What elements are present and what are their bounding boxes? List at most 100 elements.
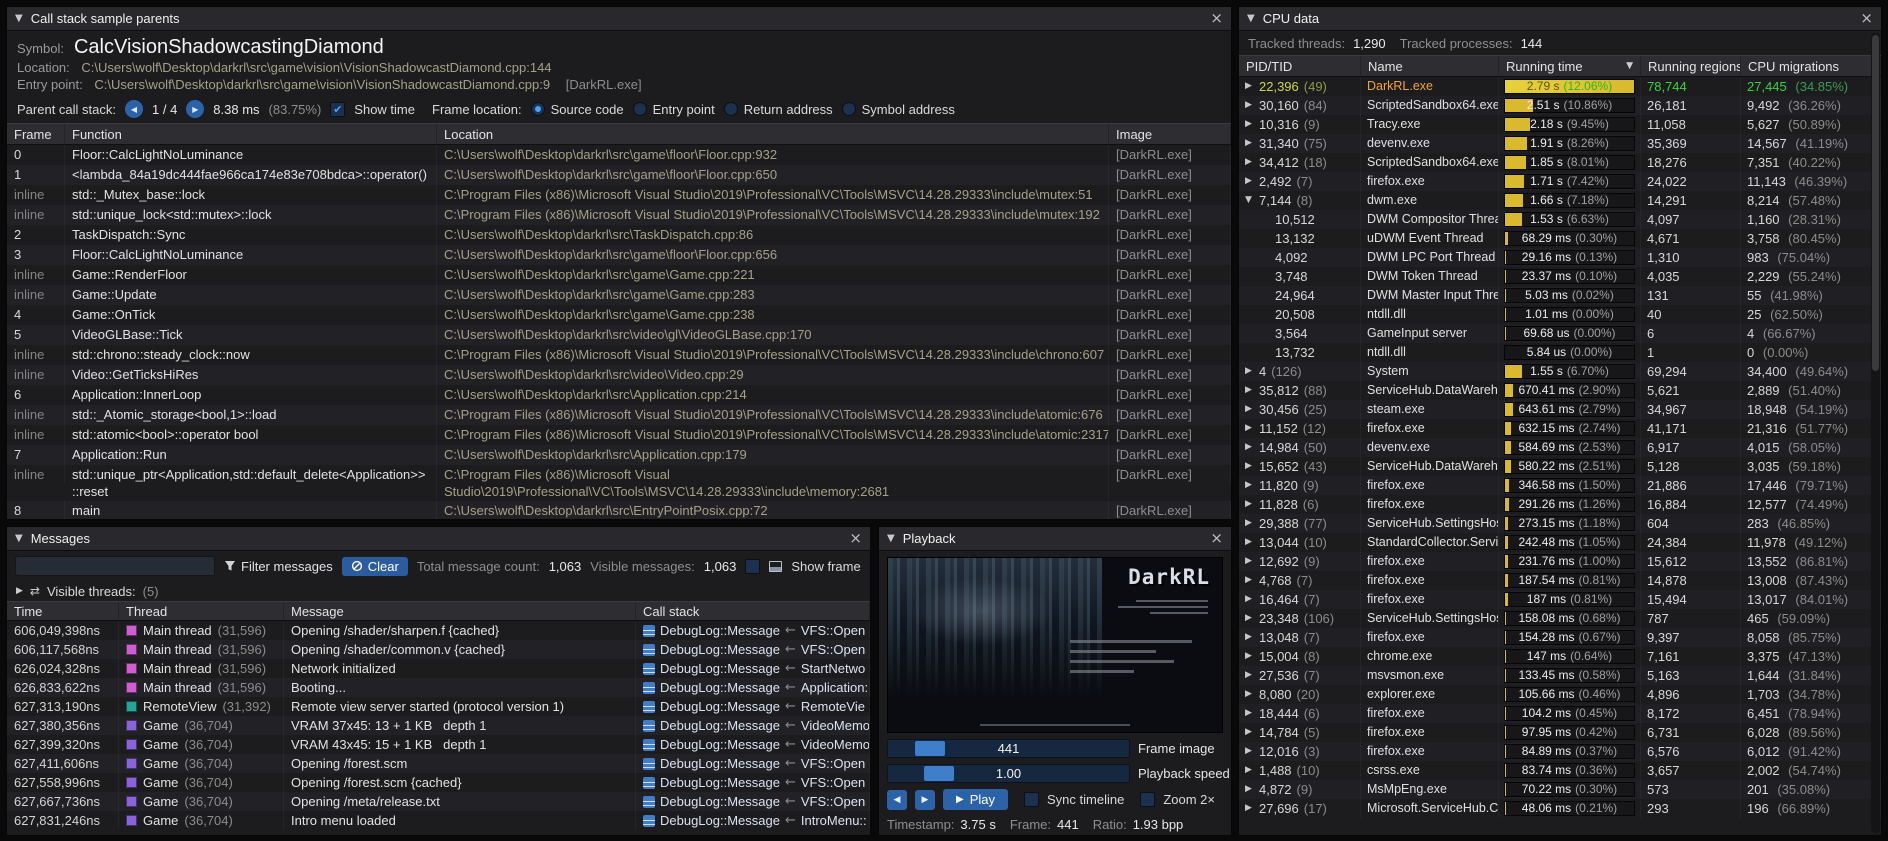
cpu-row[interactable]: ▶ 15,004 (8) chrome.exe 147 ms (0.64%) 7… bbox=[1239, 647, 1881, 666]
expand-icon[interactable]: ▼ bbox=[1245, 191, 1259, 210]
filter-messages-button[interactable]: Filter messages bbox=[224, 559, 333, 574]
expand-icon[interactable]: ▶ bbox=[1245, 400, 1259, 419]
message-callstack[interactable]: DebugLog::Message ← VFS::Open bbox=[636, 792, 870, 811]
close-icon[interactable]: × bbox=[1210, 11, 1223, 26]
expand-icon[interactable]: ▶ bbox=[1245, 723, 1259, 742]
cpu-row[interactable]: ▶ 14,984 (50) devenv.exe 584.69 ms (2.53… bbox=[1239, 438, 1881, 457]
expand-icon[interactable]: ▶ bbox=[1245, 799, 1259, 818]
callstack-row[interactable]: inline std::atomic<bool>::operator bool … bbox=[7, 425, 1231, 445]
cpu-row[interactable]: ▶ 13,048 (7) firefox.exe 154.28 ms (0.67… bbox=[1239, 628, 1881, 647]
cpu-row[interactable]: ▶ 12,016 (3) firefox.exe 84.89 ms (0.37%… bbox=[1239, 742, 1881, 761]
message-row[interactable]: 627,380,356ns Game (36,704) VRAM 37x45: … bbox=[7, 716, 870, 735]
expand-icon[interactable]: ▶ bbox=[1245, 362, 1259, 381]
expand-icon[interactable]: ▶ bbox=[1245, 438, 1259, 457]
cpu-row[interactable]: ▶ 16,464 (7) firefox.exe 187 ms (0.81%) … bbox=[1239, 590, 1881, 609]
col-running-time[interactable]: Running time▼ bbox=[1499, 56, 1641, 76]
expand-icon[interactable]: ▶ bbox=[1245, 780, 1259, 799]
message-callstack[interactable]: DebugLog::Message ← VideoMemo bbox=[636, 716, 870, 735]
callstack-row[interactable]: inline std::unique_ptr<Application,std::… bbox=[7, 465, 1231, 501]
sync-timeline-checkbox[interactable] bbox=[1024, 792, 1039, 807]
close-icon[interactable]: × bbox=[1210, 531, 1223, 546]
expand-icon[interactable]: ▶ bbox=[1245, 628, 1259, 647]
cpu-row[interactable]: ▶ 4,768 (7) firefox.exe 187.54 ms (0.81%… bbox=[1239, 571, 1881, 590]
frame-location-radio[interactable]: Entry point bbox=[633, 102, 715, 117]
callstack-row[interactable]: 4 Game::OnTick C:\Users\wolf\Desktop\dar… bbox=[7, 305, 1231, 325]
message-callstack[interactable]: DebugLog::Message ← RemoteVie bbox=[636, 697, 870, 716]
expand-icon[interactable]: ▶ bbox=[1245, 761, 1259, 780]
clear-button[interactable]: Clear bbox=[342, 557, 408, 576]
callstack-row[interactable]: inline std::_Mutex_base::lock C:\Program… bbox=[7, 185, 1231, 205]
message-callstack[interactable]: DebugLog::Message ← StartNetwo bbox=[636, 659, 870, 678]
expand-icon[interactable]: ▶ bbox=[1245, 609, 1259, 628]
cpu-scrollbar-handle[interactable] bbox=[1872, 35, 1879, 371]
message-row[interactable]: 627,667,736ns Game (36,704) Opening /met… bbox=[7, 792, 870, 811]
playback-speed-slider[interactable]: 1.00 bbox=[887, 764, 1130, 783]
expand-icon[interactable]: ▶ bbox=[1245, 571, 1259, 590]
callstack-row[interactable]: inline Game::Update C:\Users\wolf\Deskto… bbox=[7, 285, 1231, 305]
collapse-icon[interactable]: ▼ bbox=[887, 533, 895, 544]
cpu-row[interactable]: ▶ 4 (126) System 1.55 s (6.70%) 69,294 bbox=[1239, 362, 1881, 381]
cpu-row[interactable]: ▶ 8,080 (20) explorer.exe 105.66 ms (0.4… bbox=[1239, 685, 1881, 704]
cpu-row[interactable]: ▶ 10,316 (9) Tracy.exe 2.18 s (9.45%) 11… bbox=[1239, 115, 1881, 134]
expand-icon[interactable]: ▶ bbox=[1245, 77, 1259, 96]
cpu-row[interactable]: ▶ 27,696 (17) Microsoft.ServiceHub.Co 48… bbox=[1239, 799, 1881, 818]
message-row[interactable]: 627,558,996ns Game (36,704) Opening /for… bbox=[7, 773, 870, 792]
callstack-row[interactable]: 3 Floor::CalcLightNoLuminance C:\Users\w… bbox=[7, 245, 1231, 265]
message-callstack[interactable]: DebugLog::Message ← Application: bbox=[636, 678, 870, 697]
show-time-checkbox[interactable]: ✔ bbox=[330, 102, 345, 117]
cpu-row[interactable]: ▶ 29,388 (77) ServiceHub.SettingsHost 27… bbox=[1239, 514, 1881, 533]
next-callstack-button[interactable]: ▶ bbox=[186, 100, 204, 118]
message-callstack[interactable]: DebugLog::Message ← VFS::Open bbox=[636, 640, 870, 659]
cpu-row[interactable]: ▶ 12,692 (9) firefox.exe 231.76 ms (1.00… bbox=[1239, 552, 1881, 571]
callstack-row[interactable]: 0 Floor::CalcLightNoLuminance C:\Users\w… bbox=[7, 145, 1231, 165]
cpu-row[interactable]: ▶ 35,812 (88) ServiceHub.DataWarehou 670… bbox=[1239, 381, 1881, 400]
expand-icon[interactable]: ▶ bbox=[1245, 172, 1259, 191]
message-row[interactable]: 627,313,190ns RemoteView (31,392) Remote… bbox=[7, 697, 870, 716]
prev-frame-button[interactable]: ◀ bbox=[887, 790, 907, 810]
cpu-row[interactable]: ▶ 27,536 (7) msvsmon.exe 133.45 ms (0.58… bbox=[1239, 666, 1881, 685]
expand-icon[interactable]: ▶ bbox=[1245, 419, 1259, 438]
location-value[interactable]: C:\Users\wolf\Desktop\darkrl\src\game\vi… bbox=[81, 60, 551, 75]
cpu-row[interactable]: ▶ 11,152 (12) firefox.exe 632.15 ms (2.7… bbox=[1239, 419, 1881, 438]
cpu-row[interactable]: ▶ 18,444 (6) firefox.exe 104.2 ms (0.45%… bbox=[1239, 704, 1881, 723]
filter-input[interactable] bbox=[15, 556, 215, 576]
message-row[interactable]: 606,117,568ns Main thread (31,596) Openi… bbox=[7, 640, 870, 659]
message-callstack[interactable]: DebugLog::Message ← VFS::Open bbox=[636, 621, 870, 640]
expand-icon[interactable]: ▶ bbox=[1245, 476, 1259, 495]
message-callstack[interactable]: DebugLog::Message ← VFS::Open bbox=[636, 773, 870, 792]
expand-threads-icon[interactable]: ▶ bbox=[16, 586, 23, 596]
expand-icon[interactable]: ▶ bbox=[1245, 457, 1259, 476]
message-row[interactable]: 627,411,606ns Game (36,704) Opening /for… bbox=[7, 754, 870, 773]
entry-point-value[interactable]: C:\Users\wolf\Desktop\darkrl\src\game\vi… bbox=[94, 77, 550, 92]
cpu-row[interactable]: 20,508 ntdll.dll 1.01 ms (0.00%) 40 25 bbox=[1239, 305, 1881, 324]
expand-icon[interactable]: ▶ bbox=[1245, 552, 1259, 571]
cpu-row[interactable]: ▶ 11,828 (6) firefox.exe 291.26 ms (1.26… bbox=[1239, 495, 1881, 514]
cpu-row[interactable]: ▶ 30,456 (25) steam.exe 643.61 ms (2.79%… bbox=[1239, 400, 1881, 419]
cpu-row[interactable]: ▶ 31,340 (75) devenv.exe 1.91 s (8.26%) … bbox=[1239, 134, 1881, 153]
col-pid-tid[interactable]: PID/TID bbox=[1239, 56, 1361, 76]
expand-icon[interactable]: ▶ bbox=[1245, 533, 1259, 552]
prev-callstack-button[interactable]: ◀ bbox=[125, 100, 143, 118]
callstack-row[interactable]: 6 Application::InnerLoop C:\Users\wolf\D… bbox=[7, 385, 1231, 405]
frame-location-radio[interactable]: Source code bbox=[531, 102, 624, 117]
callstack-row[interactable]: inline std::unique_lock<std::mutex>::loc… bbox=[7, 205, 1231, 225]
callstack-row[interactable]: 5 VideoGLBase::Tick C:\Users\wolf\Deskto… bbox=[7, 325, 1231, 345]
cpu-row[interactable]: ▶ 34,412 (18) ScriptedSandbox64.exe 1.85… bbox=[1239, 153, 1881, 172]
next-frame-button[interactable]: ▶ bbox=[915, 790, 935, 810]
cpu-scrollbar[interactable] bbox=[1871, 33, 1880, 833]
play-button[interactable]: ▶ Play bbox=[943, 789, 1008, 810]
close-icon[interactable]: × bbox=[849, 531, 862, 546]
expand-icon[interactable]: ▶ bbox=[1245, 666, 1259, 685]
show-frame-checkbox[interactable] bbox=[745, 559, 760, 574]
close-icon[interactable]: × bbox=[1860, 11, 1873, 26]
col-name[interactable]: Name bbox=[1361, 56, 1499, 76]
cpu-row[interactable]: ▶ 13,044 (10) StandardCollector.Servic 2… bbox=[1239, 533, 1881, 552]
message-callstack[interactable]: DebugLog::Message ← VFS::Open bbox=[636, 754, 870, 773]
col-cpu-migrations[interactable]: CPU migrations bbox=[1741, 56, 1881, 76]
expand-icon[interactable]: ▶ bbox=[1245, 704, 1259, 723]
cpu-row[interactable]: 13,732 ntdll.dll 5.84 us (0.00%) 1 0 bbox=[1239, 343, 1881, 362]
message-row[interactable]: 627,831,246ns Game (36,704) Intro menu l… bbox=[7, 811, 870, 830]
col-running-regions[interactable]: Running regions bbox=[1641, 56, 1741, 76]
collapse-icon[interactable]: ▼ bbox=[1247, 13, 1255, 24]
expand-icon[interactable]: ▶ bbox=[1245, 590, 1259, 609]
